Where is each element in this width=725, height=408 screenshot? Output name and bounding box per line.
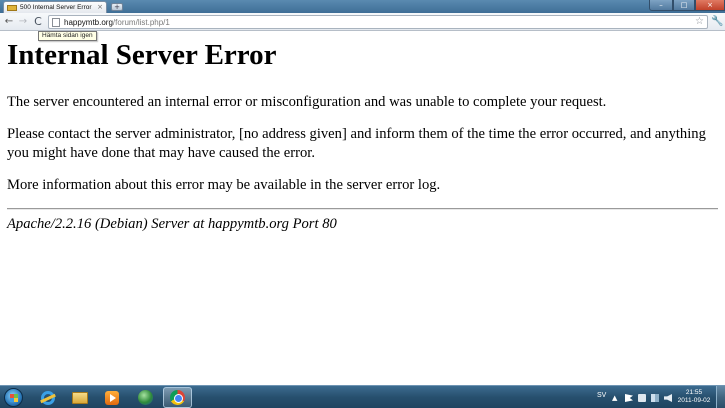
chrome-icon <box>170 390 185 405</box>
globe-app-icon <box>138 390 153 405</box>
page-content: Internal Server Error The server encount… <box>0 31 725 385</box>
bookmark-star-icon[interactable]: ☆ <box>695 16 704 28</box>
taskbar-media-player[interactable] <box>97 387 126 408</box>
server-signature: Apache/2.2.16 (Debian) Server at happymt… <box>7 216 337 232</box>
tab-title: 500 Internal Server Error <box>20 4 92 11</box>
maximize-icon: □ <box>680 1 688 9</box>
url-path: /forum/list.php/1 <box>112 17 170 27</box>
internet-explorer-icon <box>40 390 55 405</box>
url-host: happymtb.org <box>64 17 113 27</box>
maximize-button[interactable]: □ <box>673 0 695 11</box>
error-description: The server encountered an internal error… <box>7 94 607 110</box>
horizontal-rule <box>7 208 718 210</box>
action-center-flag-icon[interactable] <box>625 394 633 402</box>
forward-arrow-icon[interactable]: → <box>17 16 29 28</box>
error-heading: Internal Server Error <box>7 39 277 71</box>
system-clock[interactable]: 21:55 2011-09-02 <box>676 389 712 405</box>
windows-taskbar: SV ▲ 21:55 2011-09-02 <box>0 385 725 408</box>
contact-admin-text: Please contact the server administrator,… <box>7 126 706 161</box>
reload-icon[interactable]: C <box>32 16 44 28</box>
windows-explorer-folder-icon <box>71 391 88 404</box>
taskbar-chrome[interactable] <box>163 387 192 408</box>
network-icon[interactable] <box>651 394 659 402</box>
browser-title-bar: 500 Internal Server Error × + – □ × <box>0 0 725 13</box>
back-arrow-icon[interactable]: ← <box>3 16 15 28</box>
clock-time: 21:55 <box>685 389 703 396</box>
show-hidden-icons-icon[interactable]: ▲ <box>612 394 617 402</box>
address-bar[interactable]: happymtb.org/forum/list.php/1 ☆ <box>48 15 708 29</box>
minimize-icon: – <box>659 1 663 9</box>
windows-logo-icon <box>10 394 18 402</box>
start-button[interactable] <box>4 388 23 407</box>
taskbar-windows-explorer[interactable] <box>65 387 94 408</box>
page-favicon-icon <box>7 4 17 11</box>
reload-tooltip: Hämta sidan igen <box>38 31 97 41</box>
new-tab-button[interactable]: + <box>111 3 123 11</box>
error-log-text: More information about this error may be… <box>7 177 441 193</box>
browser-toolbar: ← → C happymtb.org/forum/list.php/1 ☆ 🔧 <box>0 13 725 31</box>
clock-date: 2011-09-02 <box>677 397 711 404</box>
volume-icon[interactable] <box>664 394 672 402</box>
media-player-icon <box>104 390 119 405</box>
wrench-menu-icon[interactable]: 🔧 <box>711 16 723 28</box>
taskbar-internet-explorer[interactable] <box>33 387 62 408</box>
minimize-button[interactable]: – <box>649 0 673 11</box>
taskbar-globe-app[interactable] <box>131 387 160 408</box>
power-icon[interactable] <box>638 394 646 402</box>
close-icon: × <box>707 1 713 9</box>
tab-close-icon[interactable]: × <box>97 4 103 11</box>
browser-tab[interactable]: 500 Internal Server Error × <box>3 1 107 13</box>
show-desktop-button[interactable] <box>716 386 725 408</box>
page-icon <box>52 17 60 27</box>
language-indicator[interactable]: SV <box>597 392 606 399</box>
close-window-button[interactable]: × <box>695 0 725 11</box>
